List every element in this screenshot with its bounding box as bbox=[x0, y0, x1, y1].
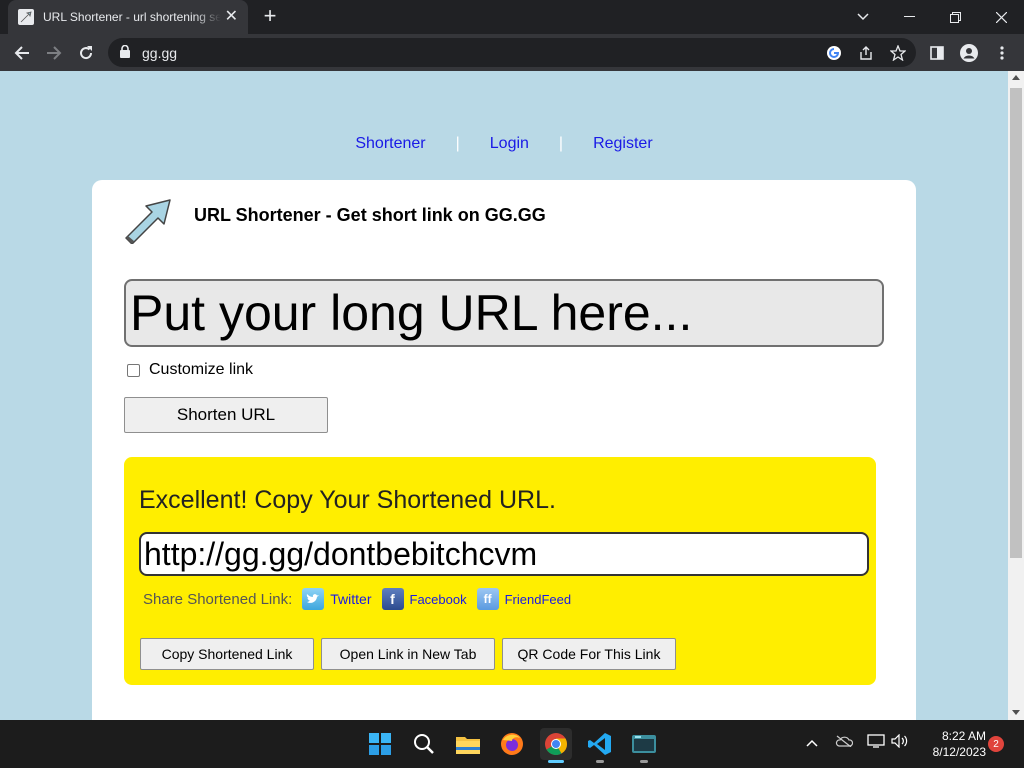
nav-separator: | bbox=[558, 135, 564, 152]
customize-label: Customize link bbox=[149, 361, 254, 378]
running-indicator bbox=[596, 760, 604, 763]
copy-shortened-link-button[interactable]: Copy Shortened Link bbox=[140, 638, 314, 670]
scroll-down-arrow-icon[interactable] bbox=[1012, 710, 1020, 715]
friendfeed-icon: ff bbox=[476, 588, 499, 610]
tab-search-icon[interactable] bbox=[840, 0, 886, 34]
onedrive-icon[interactable] bbox=[834, 734, 854, 750]
scroll-up-arrow-icon[interactable] bbox=[1012, 75, 1020, 80]
favicon-icon bbox=[18, 9, 34, 25]
network-icon[interactable] bbox=[866, 734, 886, 751]
browser-toolbar: gg.gg bbox=[0, 34, 1024, 71]
lock-icon bbox=[120, 44, 130, 63]
firefox-icon[interactable] bbox=[496, 728, 528, 760]
scroll-thumb[interactable] bbox=[1010, 88, 1022, 558]
nav-shortener-link[interactable]: Shortener bbox=[355, 135, 425, 153]
profile-icon[interactable] bbox=[956, 40, 982, 66]
nav-separator: | bbox=[455, 135, 460, 152]
close-window-button[interactable] bbox=[978, 0, 1024, 34]
customize-link-option[interactable]: Customize link bbox=[127, 361, 253, 379]
file-explorer-icon[interactable] bbox=[452, 728, 484, 760]
start-button[interactable] bbox=[364, 728, 396, 760]
share-twitter-link[interactable]: Twitter bbox=[302, 588, 372, 610]
address-bar[interactable]: gg.gg bbox=[108, 38, 916, 67]
share-facebook-link[interactable]: f Facebook bbox=[381, 588, 467, 610]
clock-date: 8/12/2023 bbox=[932, 745, 986, 759]
tray-chevron-up-icon[interactable] bbox=[802, 734, 822, 750]
share-icon[interactable] bbox=[856, 43, 876, 63]
open-link-new-tab-button[interactable]: Open Link in New Tab bbox=[321, 638, 495, 670]
share-row: Share Shortened Link: Twitter f Facebook… bbox=[143, 588, 581, 610]
windows-taskbar: 8:22 AM 8/12/2023 bbox=[0, 720, 1024, 768]
url-text: gg.gg bbox=[142, 45, 178, 61]
bookmark-star-icon[interactable] bbox=[888, 43, 908, 63]
back-button[interactable] bbox=[9, 40, 35, 66]
active-indicator bbox=[548, 760, 564, 763]
terminal-app-icon[interactable] bbox=[628, 728, 660, 763]
long-url-input[interactable] bbox=[124, 279, 884, 347]
tab-close-icon[interactable]: ✕ bbox=[225, 9, 238, 25]
arrow-logo-icon bbox=[122, 194, 174, 245]
top-nav: Shortener | Login | Register bbox=[0, 135, 1008, 153]
google-icon[interactable] bbox=[824, 43, 844, 63]
side-panel-icon[interactable] bbox=[924, 40, 950, 66]
result-panel: Excellent! Copy Your Shortened URL. http… bbox=[124, 457, 876, 685]
facebook-icon: f bbox=[381, 588, 404, 610]
share-friendfeed-link[interactable]: ff FriendFeed bbox=[476, 588, 572, 610]
search-icon[interactable] bbox=[408, 728, 440, 760]
result-heading: Excellent! Copy Your Shortened URL. bbox=[139, 486, 556, 514]
running-indicator bbox=[640, 760, 648, 763]
short-url-field[interactable]: http://gg.gg/dontbebitchcvm bbox=[139, 532, 869, 576]
main-card: URL Shortener - Get short link on GG.GG … bbox=[92, 180, 916, 720]
share-twitter-label: Twitter bbox=[330, 591, 372, 607]
share-friendfeed-label: FriendFeed bbox=[504, 591, 572, 607]
share-facebook-label: Facebook bbox=[409, 591, 467, 607]
page-title: URL Shortener - Get short link on GG.GG bbox=[194, 205, 546, 225]
volume-icon[interactable] bbox=[890, 733, 910, 751]
reload-button[interactable] bbox=[73, 40, 99, 66]
tab-title: URL Shortener - url shortening service bbox=[43, 10, 221, 24]
notification-badge[interactable]: 2 bbox=[988, 736, 1004, 752]
nav-register-link[interactable]: Register bbox=[593, 135, 653, 153]
page-scrollbar[interactable] bbox=[1008, 71, 1024, 720]
new-tab-button[interactable]: + bbox=[258, 5, 282, 27]
twitter-icon bbox=[302, 588, 325, 610]
chrome-icon[interactable] bbox=[540, 728, 572, 763]
browser-tab-bar: URL Shortener - url shortening service ✕… bbox=[0, 0, 1024, 34]
nav-login-link[interactable]: Login bbox=[490, 135, 529, 153]
browser-tab[interactable]: URL Shortener - url shortening service ✕ bbox=[8, 0, 248, 34]
minimize-button[interactable] bbox=[886, 0, 932, 34]
customize-checkbox[interactable] bbox=[127, 363, 140, 377]
qr-code-button[interactable]: QR Code For This Link bbox=[502, 638, 676, 670]
forward-button[interactable] bbox=[41, 40, 67, 66]
clock-time: 8:22 AM bbox=[941, 729, 986, 743]
page-viewport: Shortener | Login | Register URL Shorten… bbox=[0, 71, 1008, 720]
share-label: Share Shortened Link: bbox=[143, 590, 293, 608]
restore-button[interactable] bbox=[932, 0, 978, 34]
shorten-url-button[interactable]: Shorten URL bbox=[124, 397, 328, 433]
vscode-icon[interactable] bbox=[584, 728, 616, 763]
system-clock[interactable]: 8:22 AM 8/12/2023 bbox=[918, 728, 986, 760]
more-menu-icon[interactable] bbox=[989, 40, 1015, 66]
